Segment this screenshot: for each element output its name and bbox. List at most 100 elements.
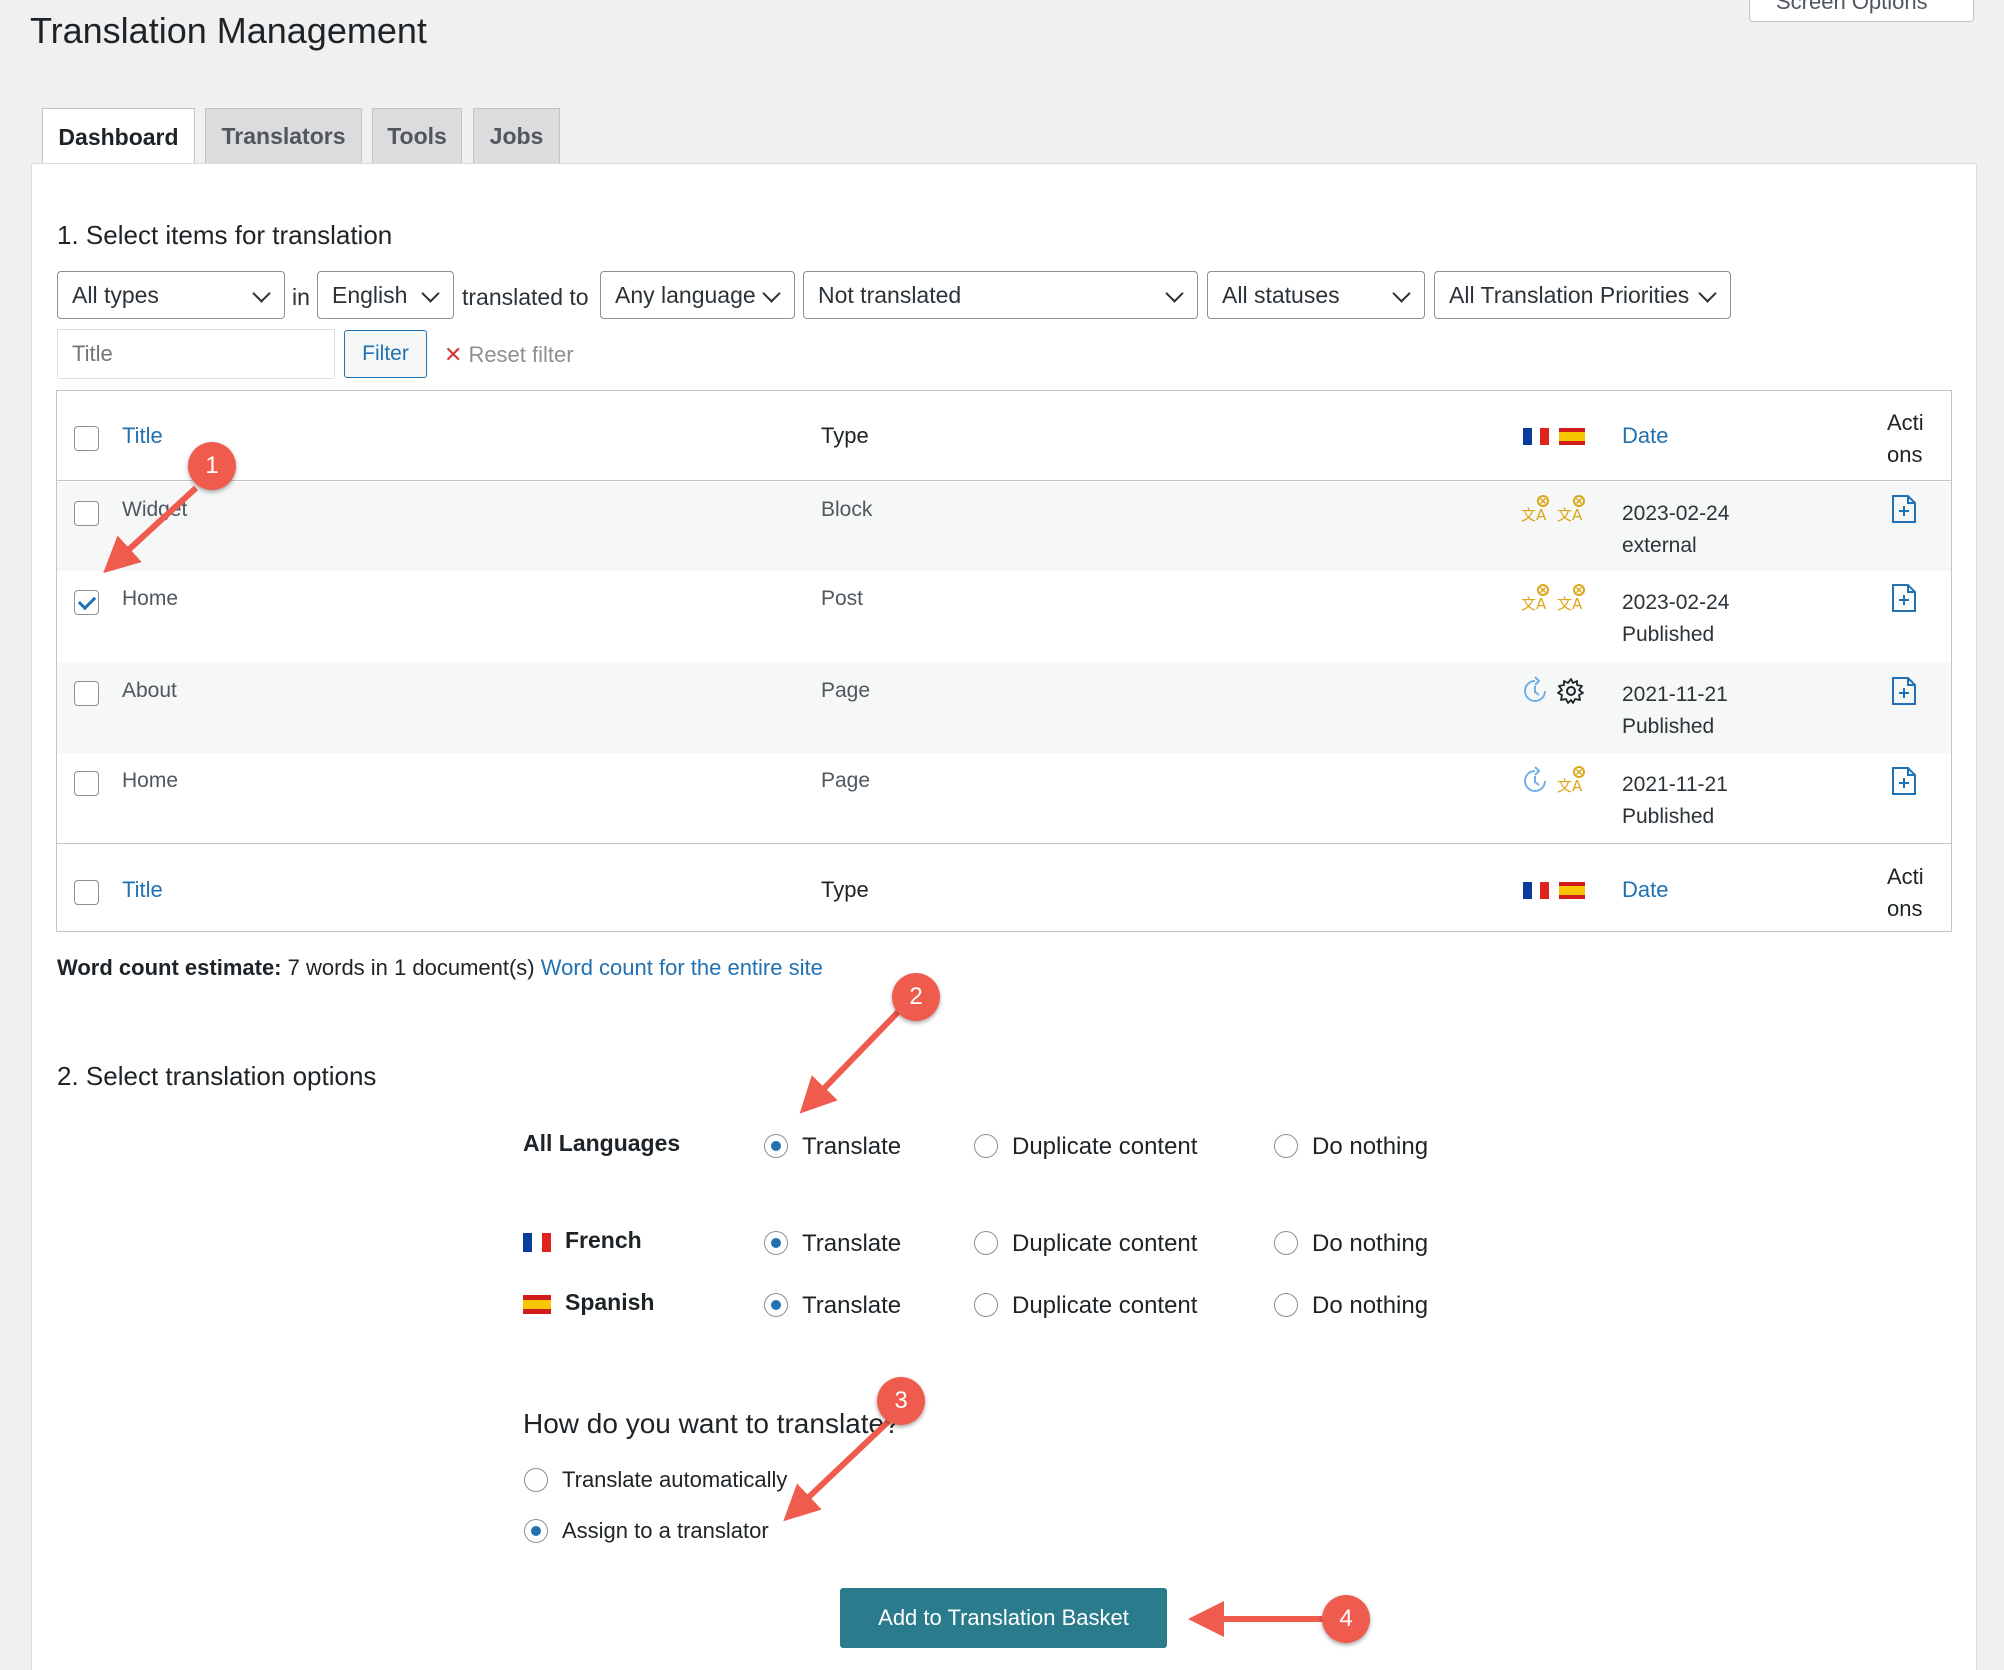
word-count-label: Word count estimate: (57, 955, 282, 980)
row-title[interactable]: Home (122, 769, 178, 793)
actions-header-line1: Acti (1887, 410, 1924, 435)
title-search-input[interactable] (57, 329, 335, 379)
row-date: 2023-02-24 external (1622, 498, 1729, 562)
post-status-value: All statuses (1222, 281, 1340, 308)
add-to-translation-basket-button[interactable]: Add to Translation Basket (840, 1588, 1167, 1648)
row-title[interactable]: About (122, 679, 177, 703)
source-language-select[interactable]: English (317, 271, 454, 319)
date-column-header[interactable]: Date (1622, 423, 1668, 449)
reset-filter-link[interactable]: ✕ Reset filter (444, 342, 574, 368)
actions-footer-line2: ons (1887, 896, 1923, 921)
spanish-nothing-radio[interactable] (1274, 1293, 1298, 1317)
gear-icon[interactable] (1556, 676, 1586, 706)
in-progress-icon[interactable] (1520, 676, 1550, 706)
row-date: 2021-11-21 Published (1622, 769, 1728, 833)
translate-automatically-label[interactable]: Translate automatically (562, 1467, 787, 1493)
reset-filter-label: Reset filter (468, 342, 574, 367)
assign-translator-radio[interactable] (524, 1519, 548, 1543)
tab-tools[interactable]: Tools (372, 108, 462, 164)
actions-footer-line1: Acti (1887, 864, 1924, 889)
all-nothing-label[interactable]: Do nothing (1312, 1133, 1428, 1161)
table-row: Widget Block 文A 文A 2023-02-24 external (57, 482, 1951, 571)
all-translate-label[interactable]: Translate (802, 1133, 901, 1161)
date-column-footer[interactable]: Date (1622, 877, 1668, 903)
annotation-badge: 2 (892, 973, 940, 1021)
row-title[interactable]: Widget (122, 498, 187, 522)
spanish-translate-label[interactable]: Translate (802, 1292, 901, 1320)
row-status: Published (1622, 805, 1715, 828)
tab-translators[interactable]: Translators (205, 108, 362, 164)
row-status: Published (1622, 623, 1715, 646)
tab-dashboard[interactable]: Dashboard (42, 108, 195, 166)
row-status: Published (1622, 715, 1715, 738)
french-nothing-label[interactable]: Do nothing (1312, 1230, 1428, 1258)
all-translate-radio[interactable] (764, 1134, 788, 1158)
all-duplicate-radio[interactable] (974, 1134, 998, 1158)
row-checkbox[interactable] (74, 590, 99, 615)
add-document-icon[interactable] (1891, 676, 1917, 706)
svg-text:文A: 文A (1521, 595, 1547, 613)
row-checkbox[interactable] (74, 501, 99, 526)
priority-value: All Translation Priorities (1449, 281, 1690, 308)
chevron-down-icon (1698, 284, 1717, 303)
target-language-select[interactable]: Any language (600, 271, 795, 319)
tab-jobs[interactable]: Jobs (473, 108, 560, 164)
needs-translation-icon[interactable]: 文A (1556, 583, 1586, 613)
spanish-nothing-label[interactable]: Do nothing (1312, 1292, 1428, 1320)
table-row: Home Page 文A 2021-11-21 Published (57, 753, 1951, 844)
select-all-checkbox[interactable] (74, 880, 99, 905)
row-date-value: 2021-11-21 (1622, 773, 1728, 796)
post-status-select[interactable]: All statuses (1207, 271, 1425, 319)
french-translate-label[interactable]: Translate (802, 1230, 901, 1258)
translate-automatically-radio[interactable] (524, 1468, 548, 1492)
priority-select[interactable]: All Translation Priorities (1434, 271, 1731, 319)
type-select-value: All types (72, 281, 159, 308)
row-checkbox[interactable] (74, 771, 99, 796)
title-column-header[interactable]: Title (122, 423, 163, 449)
select-all-checkbox[interactable] (74, 426, 99, 451)
filter-button[interactable]: Filter (344, 330, 427, 378)
row-date: 2023-02-24 Published (1622, 587, 1729, 651)
svg-text:文A: 文A (1557, 506, 1583, 524)
chevron-down-icon (1392, 284, 1411, 303)
table-footer: Title Type Date Acti ons (57, 843, 1951, 931)
add-document-icon[interactable] (1891, 766, 1917, 796)
page-title: Translation Management (30, 10, 427, 51)
row-type: Page (821, 769, 871, 792)
french-duplicate-radio[interactable] (974, 1231, 998, 1255)
row-title[interactable]: Home (122, 587, 178, 611)
needs-translation-icon[interactable]: 文A (1556, 765, 1586, 795)
close-icon: ✕ (444, 342, 463, 367)
translation-status-select[interactable]: Not translated (803, 271, 1198, 319)
french-duplicate-label[interactable]: Duplicate content (1012, 1230, 1197, 1258)
all-nothing-radio[interactable] (1274, 1134, 1298, 1158)
spanish-duplicate-label[interactable]: Duplicate content (1012, 1292, 1197, 1320)
type-select[interactable]: All types (57, 271, 285, 319)
french-translate-radio[interactable] (764, 1231, 788, 1255)
french-label: French (565, 1227, 642, 1253)
table-row: About Page 2021-11-21 Published (57, 662, 1951, 753)
needs-translation-icon[interactable]: 文A (1520, 583, 1550, 613)
needs-translation-icon[interactable]: 文A (1556, 494, 1586, 524)
in-progress-icon[interactable] (1520, 766, 1550, 796)
svg-text:文A: 文A (1557, 595, 1583, 613)
french-nothing-radio[interactable] (1274, 1231, 1298, 1255)
spanish-translate-radio[interactable] (764, 1293, 788, 1317)
annotation-badge: 1 (188, 442, 236, 490)
items-table: Title Type Date Acti ons Widget Block 文A… (56, 390, 1952, 932)
spanish-duplicate-radio[interactable] (974, 1293, 998, 1317)
screen-options-button[interactable]: Screen Options (1749, 0, 1974, 22)
word-count-value: 7 words in 1 document(s) (287, 955, 535, 980)
assign-translator-label[interactable]: Assign to a translator (562, 1518, 769, 1544)
word-count-site-link[interactable]: Word count for the entire site (541, 955, 823, 980)
row-checkbox[interactable] (74, 681, 99, 706)
all-duplicate-label[interactable]: Duplicate content (1012, 1133, 1197, 1161)
actions-column-header: Acti ons (1887, 407, 1924, 471)
needs-translation-icon[interactable]: 文A (1520, 494, 1550, 524)
row-status: external (1622, 534, 1697, 557)
french-flag-icon (523, 1233, 551, 1252)
add-document-icon[interactable] (1891, 583, 1917, 613)
add-document-icon[interactable] (1891, 494, 1917, 524)
target-language-value: Any language (615, 281, 756, 308)
title-column-footer[interactable]: Title (122, 877, 163, 903)
